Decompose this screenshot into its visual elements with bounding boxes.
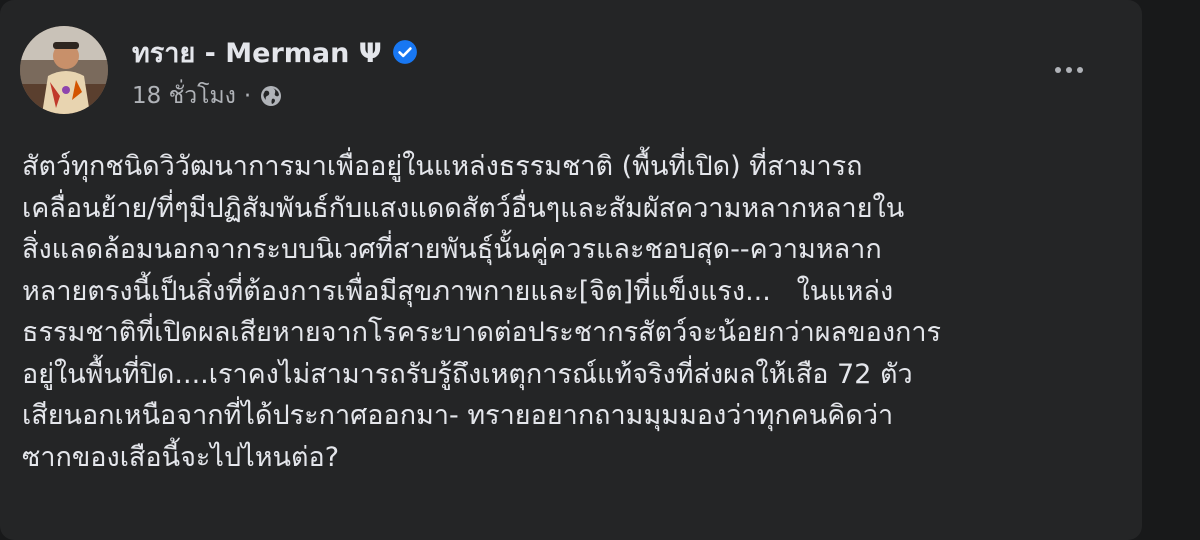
post-text-line: ซากของเสือนี้จะไปไหนต่อ? <box>22 441 340 473</box>
post-text-line: อยู่ในพื้นที่ปิด....เราคงไม่สามารถรับรู้… <box>22 358 913 390</box>
profile-avatar[interactable] <box>20 26 108 114</box>
post-meta: 18 ชั่วโมง · <box>132 80 283 112</box>
verified-badge-icon <box>392 40 417 64</box>
more-options-icon-dot <box>1066 67 1072 73</box>
more-options-icon <box>1055 67 1061 73</box>
post-text-line: สิ่งแลดล้อมนอกจากระบบนิเวศที่สายพันธุ์นั… <box>22 234 882 265</box>
meta-separator: · <box>243 83 252 109</box>
post-body: สัตว์ทุกชนิดวิวัฒนาการมาเพื่ออยู่ในแหล่ง… <box>22 146 1132 478</box>
more-options-button[interactable] <box>1046 50 1092 90</box>
post-text-line: หลายตรงนี้เป็นสิ่งที่ต้องการเพื่อมีสุขภา… <box>22 275 894 307</box>
more-options-icon-dot <box>1077 67 1083 73</box>
post-text-line: สัตว์ทุกชนิดวิวัฒนาการมาเพื่ออยู่ในแหล่ง… <box>22 151 863 182</box>
post-text-line: ธรรมชาติที่เปิดผลเสียหายจากโรคระบาดต่อปร… <box>22 317 942 348</box>
post-text-line: เสียนอกเหนือจากที่ได้ประกาศออกมา- ทรายอย… <box>22 400 894 431</box>
post-text-line: เคลื่อนย้าย/ที่ๆมีปฏิสัมพันธ์กับแสงแดดสั… <box>22 192 905 224</box>
globe-icon[interactable] <box>259 84 283 108</box>
author-row: ทราย - Merman Ψ <box>132 32 418 72</box>
post-card: ทราย - Merman Ψ 18 ชั่วโมง · สัตว์ทุกชนิ… <box>0 0 1142 540</box>
post-timestamp[interactable]: 18 ชั่วโมง <box>132 78 236 114</box>
author-name[interactable]: ทราย - Merman Ψ <box>132 31 382 74</box>
